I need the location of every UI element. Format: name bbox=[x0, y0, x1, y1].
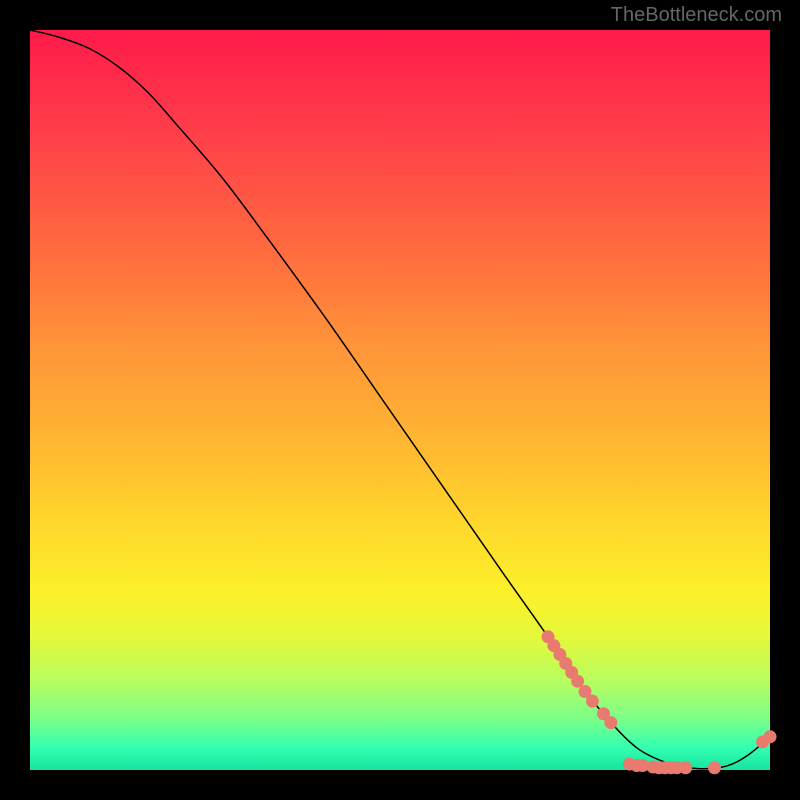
data-marker bbox=[764, 730, 777, 743]
bottleneck-curve bbox=[30, 30, 770, 769]
data-marker bbox=[708, 761, 721, 774]
watermark-text: TheBottleneck.com bbox=[611, 4, 782, 27]
data-marker bbox=[586, 695, 599, 708]
data-marker bbox=[604, 716, 617, 729]
data-markers bbox=[542, 630, 777, 774]
plot-area bbox=[30, 30, 770, 770]
plot-svg bbox=[30, 30, 770, 770]
data-marker bbox=[679, 761, 692, 774]
